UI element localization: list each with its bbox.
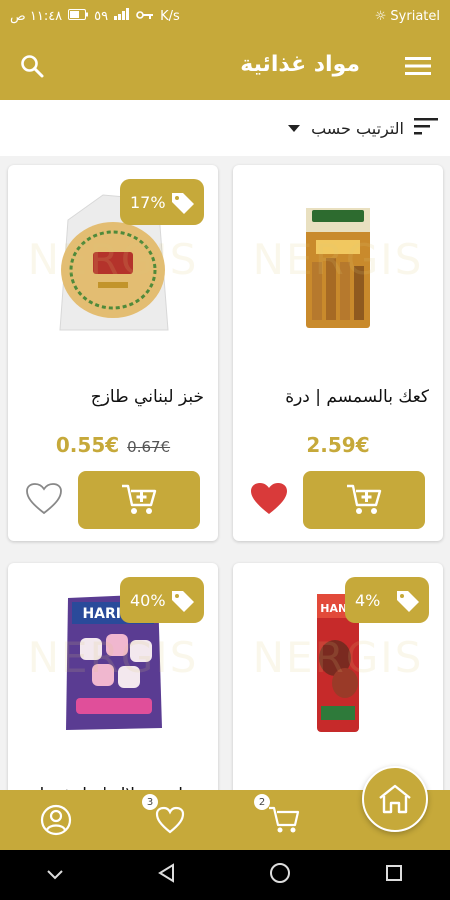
add-to-cart-icon bbox=[347, 484, 382, 514]
price-row: 2.59€ bbox=[233, 433, 443, 457]
product-card[interactable]: NERGIS 17% خبز لبناني طازج 0.55€ 0.67€ bbox=[8, 165, 218, 541]
price-row: 0.55€ 0.67€ bbox=[8, 433, 218, 457]
menu-button[interactable] bbox=[402, 50, 434, 82]
recents-icon[interactable] bbox=[384, 863, 404, 887]
speed-text: K/s bbox=[160, 8, 180, 24]
heart-icon bbox=[155, 806, 185, 834]
home-icon bbox=[379, 784, 411, 814]
back-icon[interactable] bbox=[157, 863, 177, 887]
product-name[interactable]: كعك بالسمسم | درة bbox=[243, 387, 429, 407]
watermark: NERGIS bbox=[27, 633, 199, 682]
product-image: NERGIS bbox=[233, 165, 443, 365]
signal-icon bbox=[114, 8, 130, 24]
battery-icon bbox=[68, 8, 89, 24]
favorite-button[interactable] bbox=[24, 479, 64, 519]
system-nav-bar bbox=[0, 850, 450, 900]
price-tag-icon bbox=[170, 589, 196, 617]
add-to-cart-icon bbox=[122, 484, 157, 514]
discount-text: 40% bbox=[130, 590, 166, 610]
time-text: ١١:٤٨ ص bbox=[10, 8, 63, 24]
nav-wishlist[interactable] bbox=[152, 802, 188, 838]
home-button[interactable] bbox=[362, 766, 428, 832]
wishlist-count-badge: 3 bbox=[142, 794, 158, 810]
key-icon bbox=[136, 9, 154, 24]
cart-icon bbox=[269, 806, 300, 833]
discount-text: 17% bbox=[130, 192, 166, 212]
watermark: NERGIS bbox=[252, 235, 424, 284]
price-tag-icon bbox=[170, 191, 196, 219]
product-name[interactable]: خبز لبناني طازج bbox=[18, 387, 204, 407]
discount-text: 4% bbox=[355, 590, 381, 610]
status-right: ☼ Syriatel bbox=[375, 9, 440, 24]
old-price: 0.67€ bbox=[127, 438, 171, 456]
battery-percent: ٥٩ bbox=[94, 8, 109, 24]
add-to-cart-button[interactable] bbox=[78, 471, 200, 529]
product-grid: NERGIS كعك بالسمسم | درة 2.59€ NERGIS 17… bbox=[0, 156, 450, 853]
sort-label[interactable]: الترتيب حسب bbox=[311, 119, 404, 138]
page-title: مواد غذائية bbox=[240, 52, 360, 77]
favorite-button[interactable] bbox=[249, 479, 289, 519]
brightness-icon: ☼ bbox=[374, 8, 387, 24]
cart-count-badge: 2 bbox=[254, 794, 270, 810]
product-price: 0.55€ bbox=[55, 433, 120, 457]
carrier-text: Syriatel bbox=[390, 8, 440, 24]
status-left: ١١:٤٨ ص ٥٩ K/s bbox=[10, 8, 180, 24]
home-circle-icon[interactable] bbox=[269, 862, 291, 888]
heart-outline-icon bbox=[26, 483, 62, 515]
sort-icon[interactable] bbox=[414, 117, 438, 139]
app-bar: مواد غذائية bbox=[0, 32, 450, 100]
user-icon bbox=[40, 804, 72, 836]
dropdown-arrow-icon[interactable] bbox=[287, 119, 301, 138]
sort-bar: الترتيب حسب bbox=[0, 100, 450, 156]
menu-icon bbox=[405, 57, 431, 75]
nav-cart[interactable] bbox=[266, 802, 302, 838]
product-price: 2.59€ bbox=[306, 433, 370, 457]
price-tag-icon bbox=[395, 589, 421, 617]
watermark: NERGIS bbox=[27, 235, 199, 284]
search-button[interactable] bbox=[16, 50, 48, 82]
heart-filled-icon bbox=[251, 483, 287, 514]
watermark: NERGIS bbox=[252, 633, 424, 682]
search-icon bbox=[21, 55, 44, 78]
collapse-chevron-icon[interactable] bbox=[46, 866, 64, 885]
nav-profile[interactable] bbox=[38, 802, 74, 838]
product-card[interactable]: NERGIS كعك بالسمسم | درة 2.59€ bbox=[233, 165, 443, 541]
add-to-cart-button[interactable] bbox=[303, 471, 425, 529]
status-bar: ١١:٤٨ ص ٥٩ K/s ☼ Syriatel bbox=[0, 0, 450, 32]
